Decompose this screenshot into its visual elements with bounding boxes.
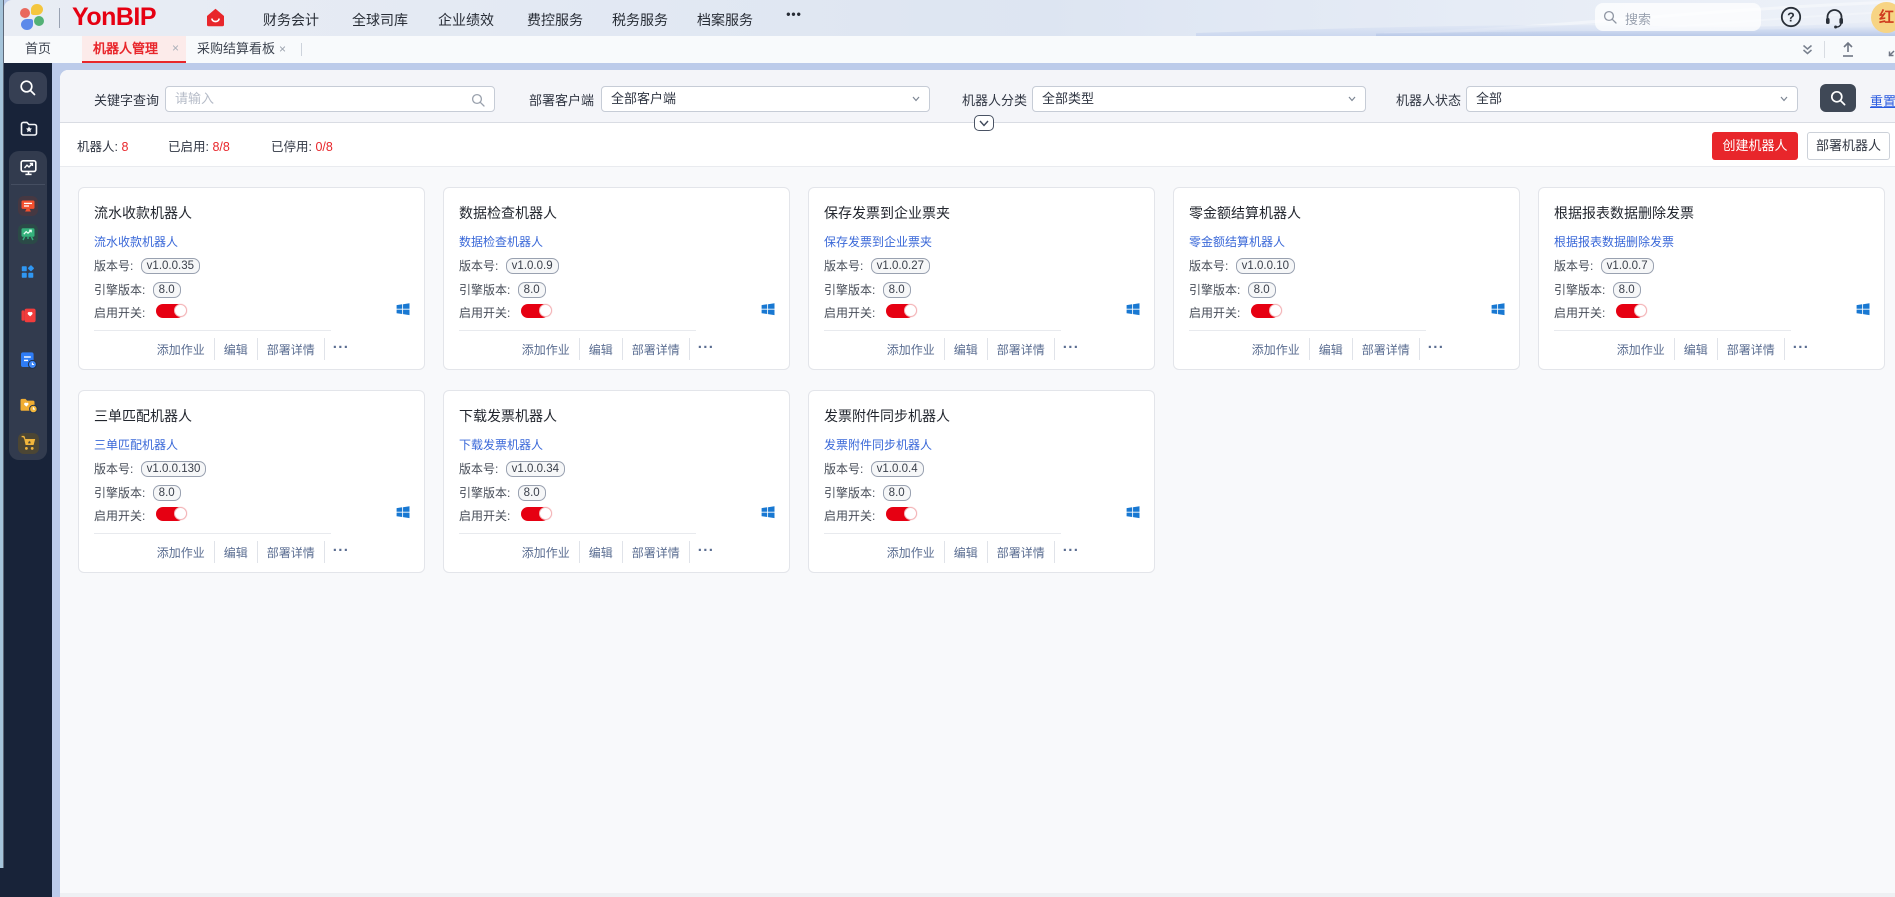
svg-text:?: ? [1787,11,1795,25]
